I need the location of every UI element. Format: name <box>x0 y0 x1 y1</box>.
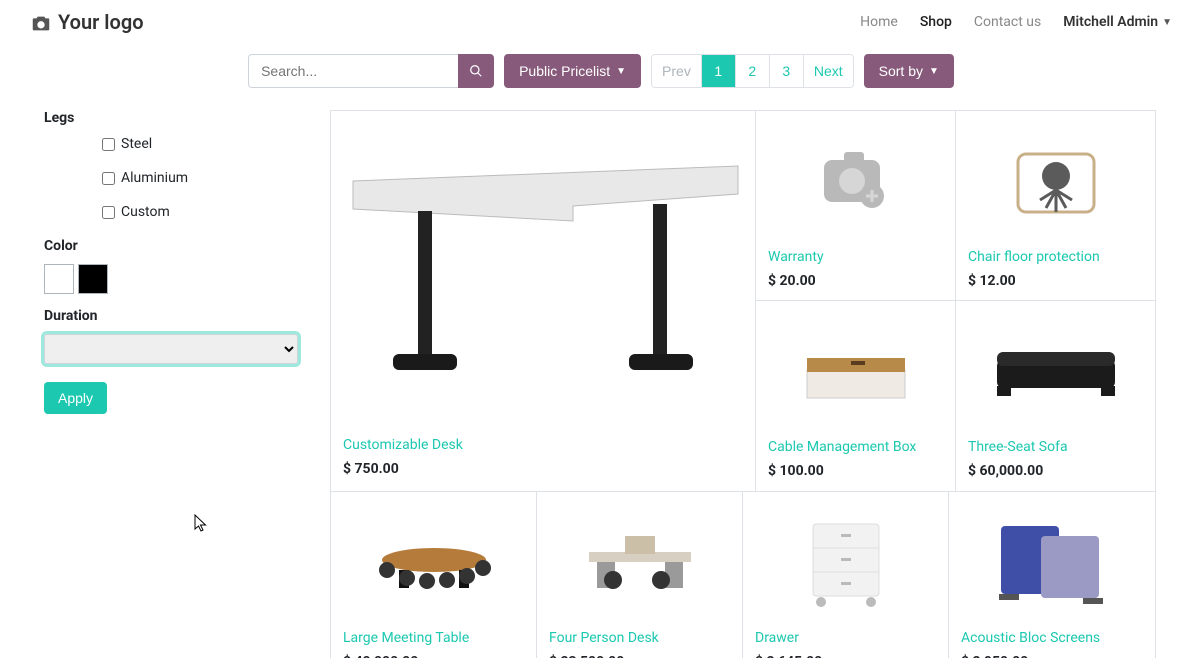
product-price: $ 12.00 <box>968 273 1143 289</box>
checkbox-label: Custom <box>121 204 170 220</box>
product-card[interactable]: Drawer $ 2,645.00 <box>743 492 949 658</box>
pagination: Prev 1 2 3 Next <box>651 54 854 88</box>
product-price: $ 23,500.00 <box>549 654 730 658</box>
product-grid: Customizable Desk $ 750.00 W <box>330 110 1156 658</box>
product-image <box>755 502 936 624</box>
search-icon <box>469 64 483 78</box>
product-price: $ 60,000.00 <box>968 463 1143 479</box>
product-name[interactable]: Chair floor protection <box>968 249 1143 265</box>
facet-legs-steel[interactable]: Steel <box>102 136 330 152</box>
checkbox-label: Aluminium <box>121 170 188 186</box>
product-image <box>343 502 524 624</box>
product-image <box>961 502 1143 624</box>
sort-label: Sort by <box>879 63 923 79</box>
apply-button[interactable]: Apply <box>44 382 107 414</box>
filter-sidebar: Legs Steel Aluminium Custom Color Durati… <box>44 110 330 658</box>
checkbox-custom[interactable] <box>102 206 115 219</box>
facet-color-title: Color <box>44 238 330 254</box>
page-next[interactable]: Next <box>804 55 853 87</box>
color-swatch-white[interactable] <box>44 264 74 294</box>
page-2[interactable]: 2 <box>736 55 770 87</box>
camera-icon <box>30 12 50 32</box>
product-card[interactable]: Three-Seat Sofa $ 60,000.00 <box>955 301 1155 491</box>
pricelist-label: Public Pricelist <box>519 63 610 79</box>
page-prev[interactable]: Prev <box>652 55 702 87</box>
caret-down-icon: ▼ <box>929 66 939 77</box>
product-name[interactable]: Cable Management Box <box>768 439 943 455</box>
product-card[interactable]: Acoustic Bloc Screens $ 2,950.00 <box>949 492 1155 658</box>
checkbox-steel[interactable] <box>102 138 115 151</box>
product-image <box>968 121 1143 243</box>
caret-down-icon: ▼ <box>1162 17 1172 28</box>
search-button[interactable] <box>458 54 494 88</box>
product-price: $ 40,000.00 <box>343 654 524 658</box>
product-card[interactable]: Large Meeting Table $ 40,000.00 <box>331 492 537 658</box>
product-image <box>768 311 943 433</box>
user-name: Mitchell Admin <box>1063 14 1158 30</box>
product-image <box>343 121 743 431</box>
search-input[interactable] <box>248 54 458 88</box>
nav-home[interactable]: Home <box>860 14 898 30</box>
facet-legs-title: Legs <box>44 110 330 126</box>
checkbox-label: Steel <box>121 136 152 152</box>
product-image <box>768 121 943 243</box>
facet-duration-title: Duration <box>44 308 330 324</box>
product-price: $ 100.00 <box>768 463 943 479</box>
user-menu[interactable]: Mitchell Admin ▼ <box>1063 14 1172 30</box>
pricelist-dropdown[interactable]: Public Pricelist ▼ <box>504 54 641 88</box>
facet-legs-custom[interactable]: Custom <box>102 204 330 220</box>
product-price: $ 750.00 <box>343 461 743 477</box>
checkbox-aluminium[interactable] <box>102 172 115 185</box>
product-name[interactable]: Large Meeting Table <box>343 630 524 646</box>
search-group <box>248 54 494 88</box>
product-name[interactable]: Four Person Desk <box>549 630 730 646</box>
product-name[interactable]: Drawer <box>755 630 936 646</box>
facet-legs-aluminium[interactable]: Aluminium <box>102 170 330 186</box>
product-card[interactable]: Warranty $ 20.00 <box>755 111 955 301</box>
product-image <box>549 502 730 624</box>
page-3[interactable]: 3 <box>770 55 804 87</box>
product-image <box>968 311 1143 433</box>
page-1[interactable]: 1 <box>702 55 736 87</box>
sort-dropdown[interactable]: Sort by ▼ <box>864 54 954 88</box>
product-price: $ 2,645.00 <box>755 654 936 658</box>
nav-shop[interactable]: Shop <box>920 14 952 30</box>
product-name[interactable]: Three-Seat Sofa <box>968 439 1143 455</box>
product-name[interactable]: Acoustic Bloc Screens <box>961 630 1143 646</box>
product-card[interactable]: Chair floor protection $ 12.00 <box>955 111 1155 301</box>
caret-down-icon: ▼ <box>616 66 626 77</box>
duration-select[interactable] <box>44 334 298 364</box>
nav-contact[interactable]: Contact us <box>974 14 1041 30</box>
product-card[interactable]: Cable Management Box $ 100.00 <box>755 301 955 491</box>
logo-text: Your logo <box>58 10 144 34</box>
product-name[interactable]: Warranty <box>768 249 943 265</box>
shop-toolbar: Public Pricelist ▼ Prev 1 2 3 Next Sort … <box>0 46 1202 92</box>
product-price: $ 2,950.00 <box>961 654 1143 658</box>
product-card-featured[interactable]: Customizable Desk $ 750.00 <box>331 111 755 491</box>
product-name[interactable]: Customizable Desk <box>343 437 743 453</box>
navbar: Your logo Home Shop Contact us Mitchell … <box>0 0 1202 46</box>
product-card[interactable]: Four Person Desk $ 23,500.00 <box>537 492 743 658</box>
product-price: $ 20.00 <box>768 273 943 289</box>
color-swatch-black[interactable] <box>78 264 108 294</box>
